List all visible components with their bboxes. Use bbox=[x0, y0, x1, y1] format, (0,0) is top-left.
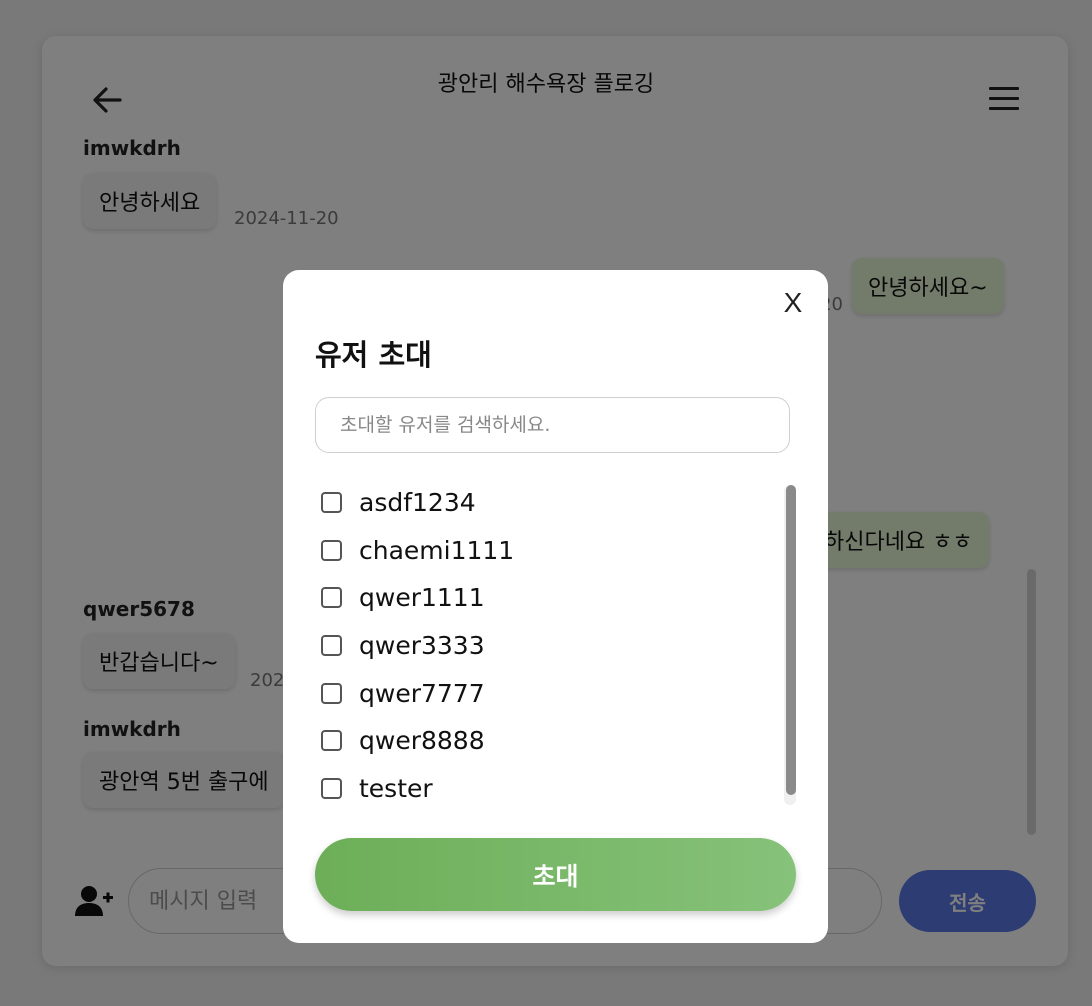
invite-user-modal: X 유저 초대 asdf1234 chaemi1111 qwer1111 qwe… bbox=[283, 270, 828, 943]
user-list-item[interactable]: asdf1234 bbox=[315, 482, 476, 522]
user-list-item[interactable]: qwer8888 bbox=[315, 720, 485, 760]
user-name: qwer8888 bbox=[359, 725, 485, 755]
user-name: qwer1111 bbox=[359, 582, 485, 612]
user-name: qwer7777 bbox=[359, 678, 485, 708]
user-checkbox[interactable] bbox=[321, 491, 342, 513]
user-list: asdf1234 chaemi1111 qwer1111 qwer3333 qw… bbox=[315, 478, 775, 808]
user-name: chaemi1111 bbox=[359, 535, 515, 565]
user-search-input[interactable] bbox=[315, 397, 790, 453]
user-checkbox[interactable] bbox=[321, 729, 342, 751]
user-checkbox[interactable] bbox=[321, 539, 342, 561]
user-list-item[interactable]: chaemi1111 bbox=[315, 530, 514, 570]
user-checkbox[interactable] bbox=[321, 634, 342, 656]
user-list-scrollbar[interactable] bbox=[784, 485, 796, 805]
user-checkbox[interactable] bbox=[321, 682, 342, 704]
invite-button[interactable]: 초대 bbox=[315, 838, 796, 911]
user-name: qwer3333 bbox=[359, 630, 485, 660]
scrollbar-thumb[interactable] bbox=[786, 485, 796, 795]
user-list-item[interactable]: qwer3333 bbox=[315, 625, 485, 665]
chat-room-page: 광안리 해수욕장 플로깅 imwkdrh 안녕하세요 2024-11-20 안녕… bbox=[0, 0, 1092, 1006]
user-list-item[interactable]: tester bbox=[315, 768, 433, 808]
user-list-item[interactable]: qwer7777 bbox=[315, 673, 485, 713]
close-button[interactable]: X bbox=[778, 286, 808, 320]
user-checkbox[interactable] bbox=[321, 777, 342, 799]
user-list-item[interactable]: qwer1111 bbox=[315, 577, 485, 617]
user-name: asdf1234 bbox=[359, 487, 476, 517]
user-checkbox[interactable] bbox=[321, 586, 342, 608]
modal-title: 유저 초대 bbox=[315, 338, 432, 372]
user-name: tester bbox=[359, 773, 433, 803]
